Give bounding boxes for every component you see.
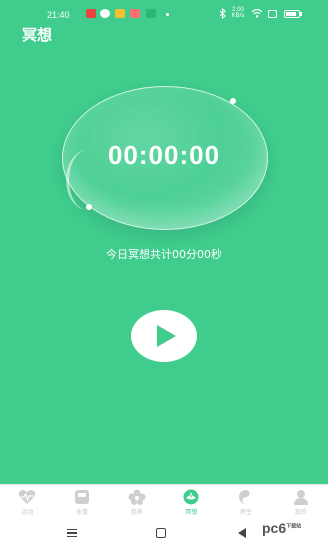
home-icon[interactable] <box>156 528 166 538</box>
battery-icon <box>284 10 300 18</box>
tab-label: 养生 <box>240 509 253 516</box>
play-button[interactable] <box>131 310 197 362</box>
bubble-dot <box>86 204 92 210</box>
heart-pulse-icon <box>18 489 36 505</box>
lotus-icon <box>182 489 200 505</box>
battery-cap <box>300 12 302 16</box>
screen-icon <box>268 10 277 18</box>
daily-summary: 今日冥想共计00分00秒 <box>106 248 222 261</box>
scale-icon <box>73 489 91 505</box>
notification-icon <box>86 9 96 18</box>
back-icon[interactable] <box>238 528 246 538</box>
watermark-text: pc6 <box>262 520 287 536</box>
menu-icon[interactable] <box>67 529 77 537</box>
status-time: 21:40 <box>47 10 70 20</box>
tab-label: 营养 <box>130 509 143 516</box>
user-icon <box>292 489 310 505</box>
watermark-logo: pc6下载站 <box>262 520 301 536</box>
tab-sport[interactable]: 运动 <box>0 485 55 520</box>
tab-nutrition[interactable]: 营养 <box>109 485 164 520</box>
tab-label: 体重 <box>76 509 89 516</box>
more-notifications-icon <box>166 13 169 16</box>
bluetooth-icon <box>219 7 226 20</box>
tab-label: 运动 <box>21 509 34 516</box>
bubble-dot <box>230 98 236 104</box>
watermark-sub: 下载站 <box>286 523 302 530</box>
notification-icon <box>146 9 156 18</box>
play-icon <box>157 325 176 347</box>
notification-icon <box>100 9 110 18</box>
tab-mine[interactable]: 我的 <box>273 485 328 520</box>
tab-weight[interactable]: 体重 <box>55 485 110 520</box>
tab-meditation[interactable]: 冥想 <box>164 485 219 520</box>
wifi-icon <box>251 8 263 20</box>
tab-label: 冥想 <box>185 509 198 516</box>
net-speed: 2.00 KB/s <box>229 7 247 19</box>
tab-label: 我的 <box>294 509 307 516</box>
page-title: 冥想 <box>22 26 53 44</box>
tab-bar: 运动 体重 营养 冥想 养生 我的 <box>0 484 328 520</box>
tab-wellness[interactable]: 养生 <box>219 485 274 520</box>
notification-icon <box>130 9 140 18</box>
flower-icon <box>128 489 146 505</box>
notification-icon <box>115 9 125 18</box>
net-speed-unit: KB/s <box>231 13 245 19</box>
meditation-timer: 00:00:00 <box>107 140 221 170</box>
yin-yang-icon <box>237 489 255 505</box>
